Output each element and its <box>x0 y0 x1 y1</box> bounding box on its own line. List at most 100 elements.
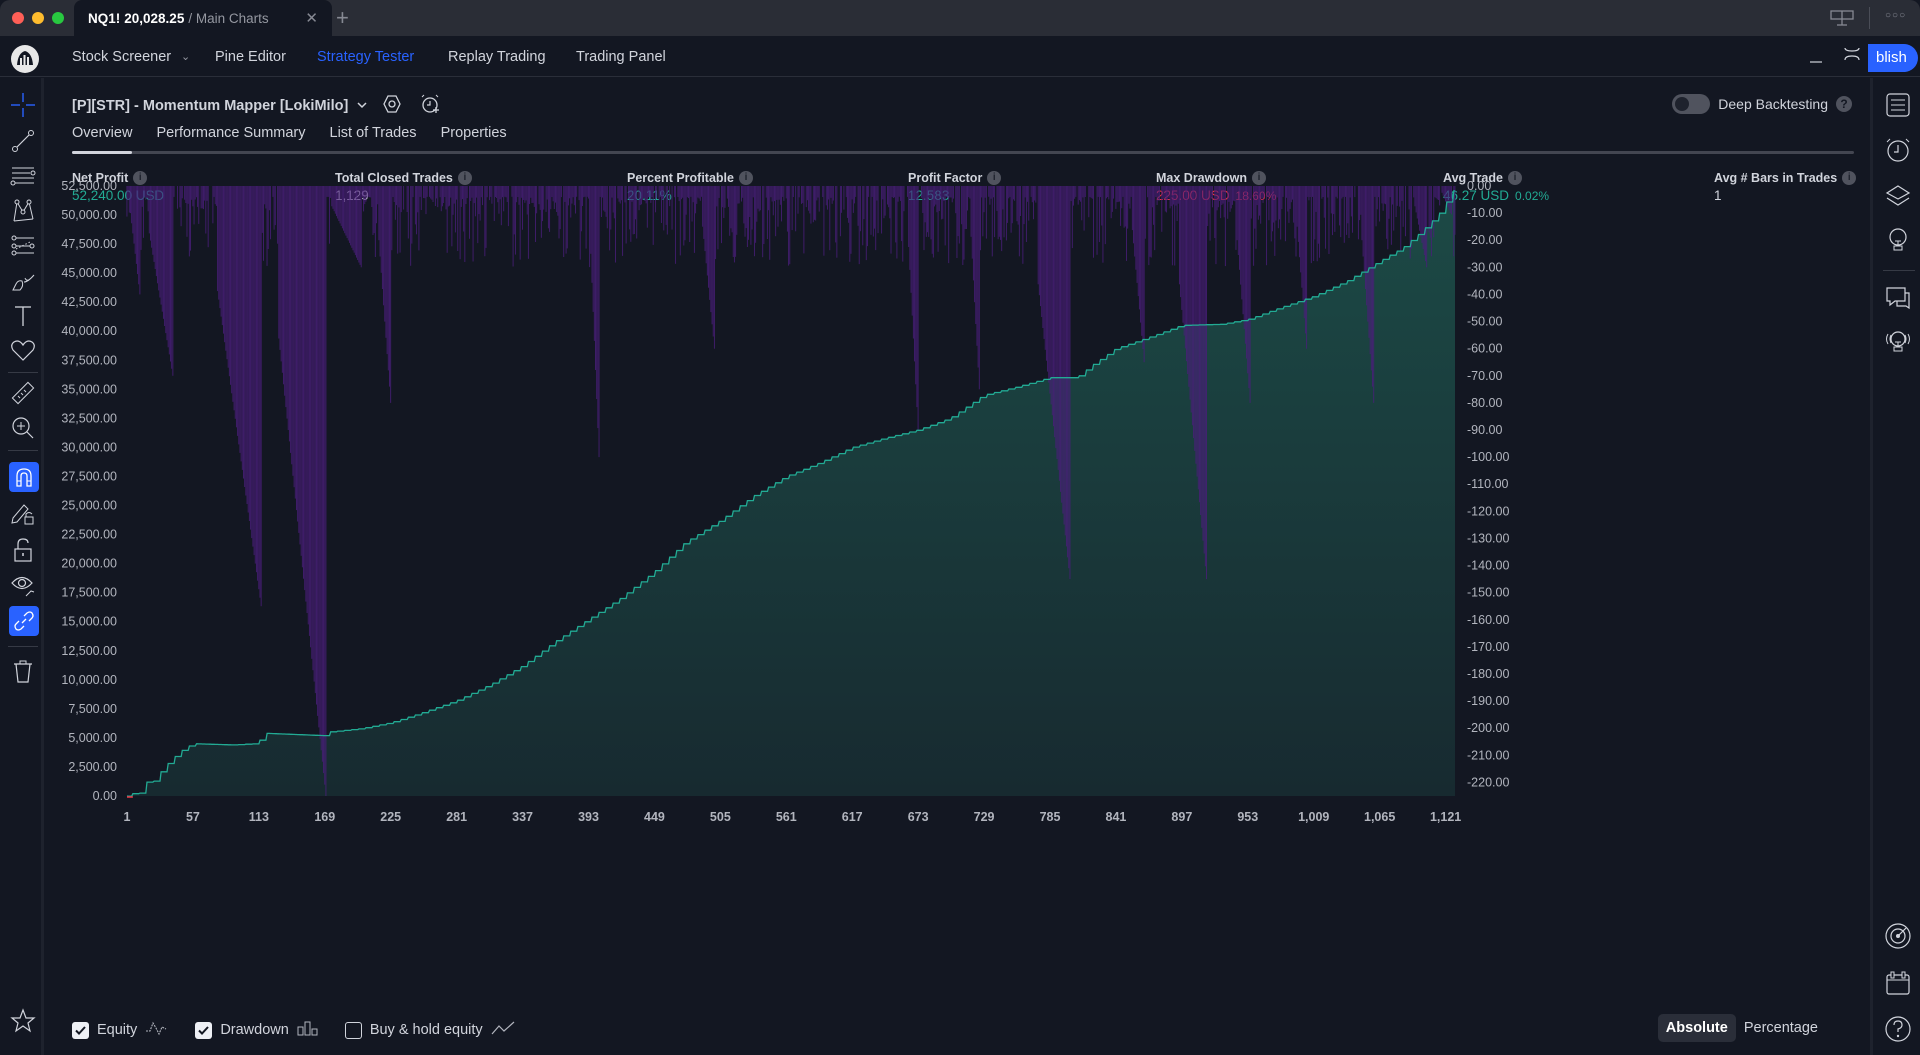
lock-drawings-icon[interactable] <box>10 500 36 526</box>
drawdown-bar <box>400 186 402 213</box>
horizontal-lines-icon[interactable] <box>10 163 36 189</box>
nav-trading-panel[interactable]: Trading Panel <box>576 49 666 65</box>
percentage-button[interactable]: Percentage <box>1736 1014 1826 1042</box>
drawdown-bar <box>1147 186 1149 198</box>
drawdown-bar <box>394 186 396 220</box>
magnet-icon[interactable] <box>9 462 39 492</box>
absolute-button[interactable]: Absolute <box>1657 1014 1736 1042</box>
streams-icon[interactable] <box>1884 328 1912 356</box>
drawdown-bar <box>829 186 831 251</box>
pattern-icon[interactable] <box>10 198 36 224</box>
equity-checkbox[interactable] <box>72 1021 89 1039</box>
help-icon[interactable] <box>1884 1015 1912 1043</box>
drawdown-bar <box>1127 186 1129 229</box>
zoom-window-button[interactable] <box>52 12 64 24</box>
drawdown-bar <box>722 186 724 208</box>
drawdown-bar <box>1343 186 1345 243</box>
drawdown-bar <box>598 186 600 458</box>
drawdown-bar <box>1222 186 1224 204</box>
app-logo[interactable] <box>11 45 39 73</box>
close-tab-icon[interactable]: ✕ <box>305 9 318 27</box>
drawdown-bar <box>1276 186 1278 198</box>
link-icon[interactable] <box>9 606 39 636</box>
ideas-lightbulb-icon[interactable] <box>1884 226 1912 254</box>
browser-tab-main-charts[interactable]: NQ1! 20,028.25 / Main Charts ✕ <box>74 0 332 36</box>
drawdown-checkbox[interactable] <box>195 1021 213 1039</box>
new-tab-button[interactable]: + <box>336 5 349 31</box>
drawdown-bar <box>1434 186 1436 198</box>
watchlist-icon[interactable] <box>1884 91 1912 119</box>
drawdown-bar <box>491 186 493 204</box>
close-window-button[interactable] <box>12 12 24 24</box>
nav-replay-trading[interactable]: Replay Trading <box>448 49 546 65</box>
drawdown-bar <box>493 186 495 221</box>
drawdown-bar <box>1009 186 1011 197</box>
drawdown-bar <box>1312 186 1313 197</box>
drawdown-bar <box>1133 186 1135 244</box>
drawdown-bar <box>436 186 438 199</box>
minimize-window-button[interactable] <box>32 12 44 24</box>
buy-hold-checkbox[interactable] <box>344 1021 362 1039</box>
y-axis-left-tick: 27,500.00 <box>61 469 117 483</box>
drawdown-bar <box>138 186 140 285</box>
drawdown-bar <box>942 186 944 219</box>
chat-icon[interactable] <box>1884 284 1912 312</box>
drawdown-bar <box>896 186 898 259</box>
minimize-panel-icon[interactable] <box>1808 45 1824 69</box>
layers-icon[interactable] <box>1884 182 1912 210</box>
drawdown-bar <box>214 186 216 205</box>
trash-icon[interactable] <box>10 658 36 684</box>
ruler-icon[interactable] <box>10 380 36 406</box>
drawdown-bar <box>976 186 978 346</box>
drawdown-bar <box>531 186 533 203</box>
hide-drawings-eye-icon[interactable] <box>10 572 36 598</box>
drawdown-bar <box>635 186 637 220</box>
unlock-icon[interactable] <box>10 537 36 563</box>
more-icon[interactable]: ○○○ <box>1885 10 1906 21</box>
nav-stock-screener[interactable]: Stock Screener <box>72 49 171 65</box>
zoom-in-icon[interactable] <box>10 415 36 441</box>
drawdown-bar <box>1396 186 1398 206</box>
drawdown-bar <box>391 186 393 251</box>
crosshair-icon[interactable] <box>10 92 36 118</box>
drawdown-bar <box>810 186 812 224</box>
legend-drawdown[interactable]: Drawdown <box>195 1020 319 1040</box>
chevron-down-icon[interactable]: ⌄ <box>181 50 190 63</box>
hotlists-radar-icon[interactable] <box>1884 922 1912 950</box>
alerts-clock-icon[interactable] <box>1884 136 1912 164</box>
drawdown-bar <box>140 186 142 250</box>
equity-drawdown-chart[interactable]: 52,500.00 50,000.00 47,500.00 45,000.00 42,5… <box>47 78 1870 1008</box>
trend-line-icon[interactable] <box>10 128 36 154</box>
drawdown-bar <box>1321 186 1323 199</box>
drawdown-bar <box>287 186 289 430</box>
layout-icon[interactable] <box>1830 9 1854 32</box>
maximize-panel-icon[interactable] <box>1843 44 1861 68</box>
drawdown-bar <box>580 186 582 232</box>
drawdown-bar <box>246 186 248 504</box>
drawdown-bar <box>748 186 750 240</box>
brush-icon[interactable] <box>10 268 36 294</box>
favorites-heart-icon[interactable] <box>10 338 36 364</box>
fib-retracement-icon[interactable] <box>10 233 36 259</box>
legend-equity[interactable]: Equity <box>72 1020 169 1040</box>
star-watchlist-icon[interactable] <box>10 1008 36 1034</box>
drawdown-bar <box>1336 186 1338 199</box>
drawdown-bar <box>1169 186 1171 209</box>
drawdown-bar <box>336 186 337 217</box>
publish-button[interactable]: blish <box>1868 44 1918 72</box>
drawdown-bar <box>1284 186 1286 242</box>
nav-strategy-tester[interactable]: Strategy Tester <box>317 49 414 65</box>
drawdown-bar <box>489 186 491 201</box>
drawdown-bar <box>379 186 381 257</box>
drawdown-bar <box>241 186 243 470</box>
legend-buy-hold[interactable]: Buy & hold equity <box>344 1020 515 1040</box>
nav-pine-editor[interactable]: Pine Editor <box>215 49 286 65</box>
drawdown-bar <box>158 186 160 291</box>
text-tool-icon[interactable] <box>10 303 36 329</box>
drawdown-bar <box>941 186 943 220</box>
calendar-icon[interactable] <box>1884 969 1912 997</box>
drawdown-bar <box>772 186 774 216</box>
y-axis-right-tick: -160.00 <box>1467 613 1509 627</box>
y-axis-left-tick: 22,500.00 <box>61 528 117 542</box>
drawdown-bar <box>184 186 186 200</box>
